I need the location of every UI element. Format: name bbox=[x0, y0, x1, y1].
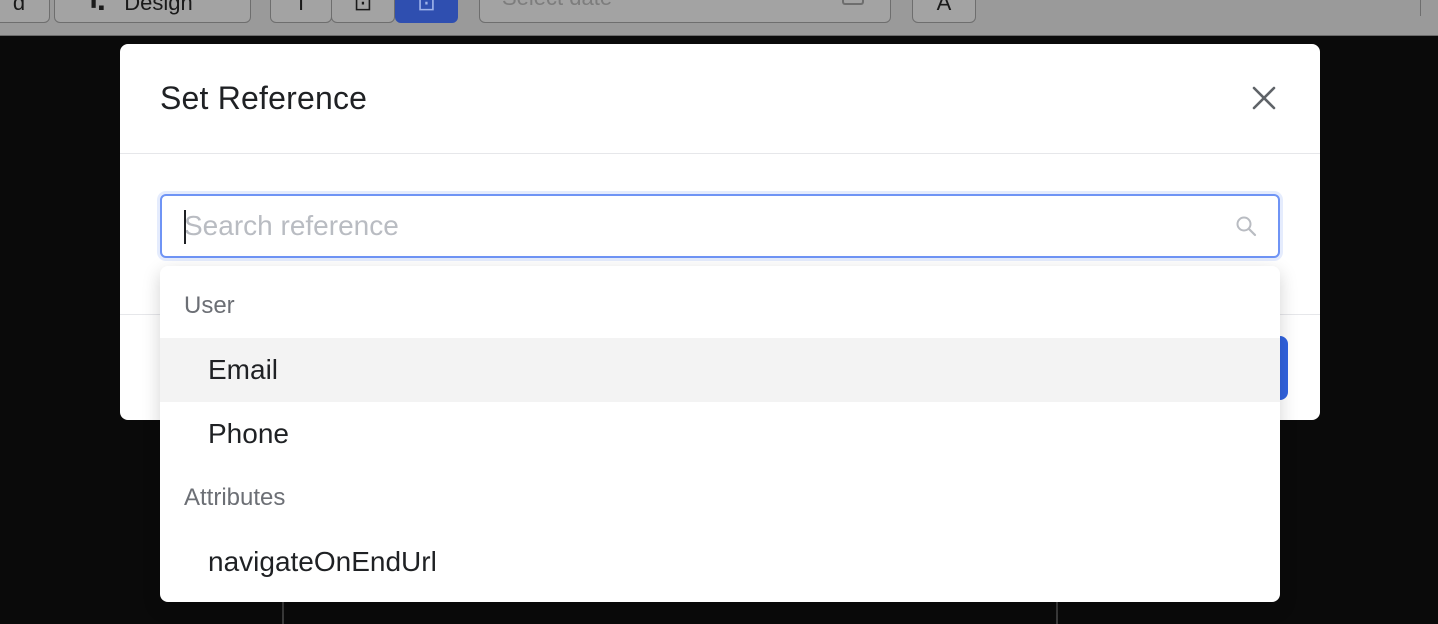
toolbar-font-button: A bbox=[912, 0, 976, 23]
group-label-attributes: Attributes bbox=[184, 484, 286, 511]
close-icon bbox=[1252, 86, 1276, 110]
toolbar-font-label: A bbox=[936, 0, 952, 15]
modal-header: Set Reference bbox=[120, 44, 1320, 154]
calendar-icon bbox=[842, 0, 864, 5]
toolbar-date-placeholder: Select date bbox=[502, 0, 612, 11]
option-email[interactable]: Email bbox=[160, 338, 1280, 402]
search-reference-field[interactable] bbox=[160, 194, 1280, 258]
modal-title: Set Reference bbox=[160, 80, 368, 116]
option-navigate-on-end-url[interactable]: navigateOnEndUrl bbox=[160, 530, 1280, 594]
close-button[interactable] bbox=[1246, 80, 1282, 116]
search-reference-input[interactable] bbox=[184, 206, 1204, 246]
background-toolbar: d ⑆ Design I ⊡ ⊡ Select date A bbox=[0, 0, 1438, 36]
toolbar-box-button: ⊡ bbox=[395, 0, 458, 23]
toolbar-frame-button: ⊡ bbox=[331, 0, 395, 23]
frame-icon: ⊡ bbox=[353, 0, 373, 15]
text-cursor-icon: I bbox=[297, 0, 305, 15]
text-caret bbox=[184, 210, 186, 244]
background-divider bbox=[1056, 600, 1058, 624]
box-icon: ⊡ bbox=[417, 0, 436, 15]
option-label: navigateOnEndUrl bbox=[208, 546, 437, 577]
brush-icon: ⑆ bbox=[91, 0, 105, 15]
toolbar-divider bbox=[1420, 0, 1421, 16]
toolbar-date-picker: Select date bbox=[479, 0, 891, 23]
option-label: Email bbox=[208, 354, 279, 385]
option-label: Phone bbox=[208, 418, 289, 449]
toolbar-design-button: ⑆ Design bbox=[54, 0, 251, 23]
group-label-user: User bbox=[184, 292, 235, 319]
toolbar-partial-button: d bbox=[0, 0, 50, 23]
background-divider bbox=[282, 600, 284, 624]
toolbar-partial-label: d bbox=[12, 0, 26, 15]
search-icon bbox=[1236, 216, 1257, 237]
reference-dropdown: User Email Phone Attributes navigateOnEn… bbox=[160, 266, 1280, 602]
toolbar-design-label: Design bbox=[124, 0, 193, 15]
option-phone[interactable]: Phone bbox=[160, 402, 1280, 466]
toolbar-text-button: I bbox=[270, 0, 332, 23]
